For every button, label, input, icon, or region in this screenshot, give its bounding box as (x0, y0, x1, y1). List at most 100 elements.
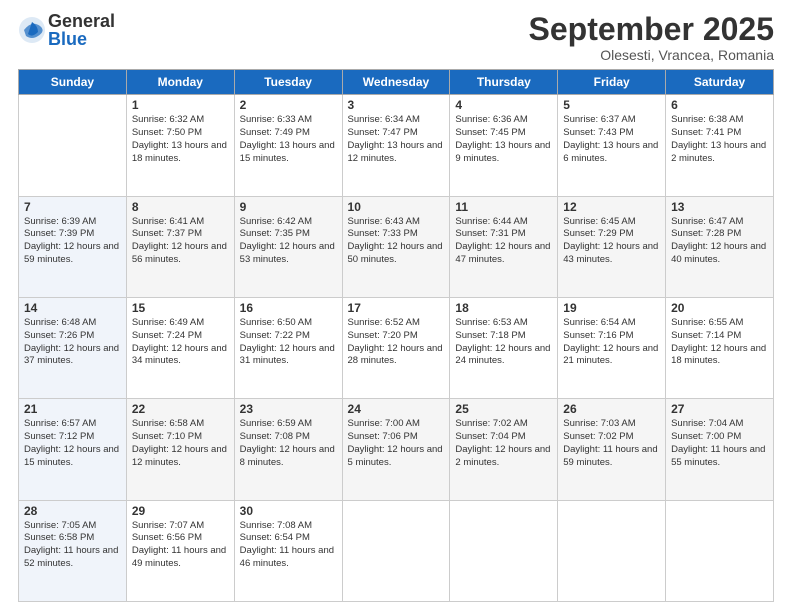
day-number: 1 (132, 98, 229, 112)
day-number: 24 (348, 402, 445, 416)
day-cell: 19 Sunrise: 6:54 AMSunset: 7:16 PMDayligh… (558, 297, 666, 398)
day-number: 22 (132, 402, 229, 416)
day-number: 19 (563, 301, 660, 315)
day-info: Sunrise: 6:57 AMSunset: 7:12 PMDaylight:… (24, 418, 121, 469)
day-info: Sunrise: 6:36 AMSunset: 7:45 PMDaylight:… (455, 114, 552, 165)
day-cell (558, 500, 666, 601)
day-cell: 22 Sunrise: 6:58 AMSunset: 7:10 PMDayligh… (126, 399, 234, 500)
day-cell: 20 Sunrise: 6:55 AMSunset: 7:14 PMDayligh… (666, 297, 774, 398)
day-number: 6 (671, 98, 768, 112)
day-number: 11 (455, 200, 552, 214)
day-info: Sunrise: 6:44 AMSunset: 7:31 PMDaylight:… (455, 216, 552, 267)
day-info: Sunrise: 6:33 AMSunset: 7:49 PMDaylight:… (240, 114, 337, 165)
weekday-header-friday: Friday (558, 70, 666, 95)
day-cell: 30 Sunrise: 7:08 AMSunset: 6:54 PMDayligh… (234, 500, 342, 601)
day-info: Sunrise: 6:48 AMSunset: 7:26 PMDaylight:… (24, 317, 121, 368)
day-info: Sunrise: 6:59 AMSunset: 7:08 PMDaylight:… (240, 418, 337, 469)
day-cell: 6 Sunrise: 6:38 AMSunset: 7:41 PMDaylight… (666, 95, 774, 196)
day-number: 26 (563, 402, 660, 416)
week-row-1: 1 Sunrise: 6:32 AMSunset: 7:50 PMDaylight… (19, 95, 774, 196)
day-cell: 7 Sunrise: 6:39 AMSunset: 7:39 PMDaylight… (19, 196, 127, 297)
day-cell: 23 Sunrise: 6:59 AMSunset: 7:08 PMDayligh… (234, 399, 342, 500)
day-cell: 13 Sunrise: 6:47 AMSunset: 7:28 PMDayligh… (666, 196, 774, 297)
week-row-2: 7 Sunrise: 6:39 AMSunset: 7:39 PMDaylight… (19, 196, 774, 297)
day-cell: 28Sunrise: 7:05 AMSunset: 6:58 PMDayligh… (19, 500, 127, 601)
title-area: September 2025 Olesesti, Vrancea, Romani… (529, 12, 774, 63)
day-cell: 14 Sunrise: 6:48 AMSunset: 7:26 PMDayligh… (19, 297, 127, 398)
day-number: 23 (240, 402, 337, 416)
day-number: 2 (240, 98, 337, 112)
day-number: 27 (671, 402, 768, 416)
day-number: 25 (455, 402, 552, 416)
day-number: 14 (24, 301, 121, 315)
week-row-5: 28Sunrise: 7:05 AMSunset: 6:58 PMDayligh… (19, 500, 774, 601)
day-cell (19, 95, 127, 196)
day-number: 16 (240, 301, 337, 315)
day-cell: 16 Sunrise: 6:50 AMSunset: 7:22 PMDayligh… (234, 297, 342, 398)
day-number: 7 (24, 200, 121, 214)
day-info: Sunrise: 7:02 AMSunset: 7:04 PMDaylight:… (455, 418, 552, 469)
day-cell: 21 Sunrise: 6:57 AMSunset: 7:12 PMDayligh… (19, 399, 127, 500)
day-number: 20 (671, 301, 768, 315)
weekday-header-tuesday: Tuesday (234, 70, 342, 95)
day-number: 8 (132, 200, 229, 214)
day-number: 5 (563, 98, 660, 112)
day-number: 29 (132, 504, 229, 518)
day-info: Sunrise: 6:58 AMSunset: 7:10 PMDaylight:… (132, 418, 229, 469)
day-info: Sunrise: 6:43 AMSunset: 7:33 PMDaylight:… (348, 216, 445, 267)
day-info: Sunrise: 6:32 AMSunset: 7:50 PMDaylight:… (132, 114, 229, 165)
day-number: 18 (455, 301, 552, 315)
day-info: Sunrise: 6:38 AMSunset: 7:41 PMDaylight:… (671, 114, 768, 165)
logo-icon (18, 16, 46, 44)
day-cell (342, 500, 450, 601)
day-info: Sunrise: 7:04 AMSunset: 7:00 PMDaylight:… (671, 418, 768, 469)
weekday-header-sunday: Sunday (19, 70, 127, 95)
day-number: 21 (24, 402, 121, 416)
day-cell: 8Sunrise: 6:41 AMSunset: 7:37 PMDaylight… (126, 196, 234, 297)
logo-blue: Blue (48, 30, 115, 48)
day-info: Sunrise: 6:49 AMSunset: 7:24 PMDaylight:… (132, 317, 229, 368)
day-cell (450, 500, 558, 601)
day-info: Sunrise: 6:55 AMSunset: 7:14 PMDaylight:… (671, 317, 768, 368)
day-info: Sunrise: 7:00 AMSunset: 7:06 PMDaylight:… (348, 418, 445, 469)
day-info: Sunrise: 6:34 AMSunset: 7:47 PMDaylight:… (348, 114, 445, 165)
logo: General Blue (18, 12, 115, 48)
day-info: Sunrise: 6:52 AMSunset: 7:20 PMDaylight:… (348, 317, 445, 368)
calendar-table: SundayMondayTuesdayWednesdayThursdayFrid… (18, 69, 774, 602)
day-cell: 17 Sunrise: 6:52 AMSunset: 7:20 PMDayligh… (342, 297, 450, 398)
day-info: Sunrise: 6:42 AMSunset: 7:35 PMDaylight:… (240, 216, 337, 267)
day-info: Sunrise: 6:54 AMSunset: 7:16 PMDaylight:… (563, 317, 660, 368)
header: General Blue September 2025 Olesesti, Vr… (18, 12, 774, 63)
day-cell (666, 500, 774, 601)
logo-text: General Blue (48, 12, 115, 48)
day-info: Sunrise: 6:37 AMSunset: 7:43 PMDaylight:… (563, 114, 660, 165)
day-info: Sunrise: 7:05 AMSunset: 6:58 PMDaylight:… (24, 520, 121, 571)
day-cell: 2 Sunrise: 6:33 AMSunset: 7:49 PMDaylight… (234, 95, 342, 196)
day-number: 15 (132, 301, 229, 315)
day-info: Sunrise: 6:45 AMSunset: 7:29 PMDaylight:… (563, 216, 660, 267)
day-number: 30 (240, 504, 337, 518)
day-cell: 18Sunrise: 6:53 AMSunset: 7:18 PMDayligh… (450, 297, 558, 398)
day-cell: 24 Sunrise: 7:00 AMSunset: 7:06 PMDayligh… (342, 399, 450, 500)
weekday-header-saturday: Saturday (666, 70, 774, 95)
weekday-header-row: SundayMondayTuesdayWednesdayThursdayFrid… (19, 70, 774, 95)
day-cell: 4 Sunrise: 6:36 AMSunset: 7:45 PMDaylight… (450, 95, 558, 196)
location-title: Olesesti, Vrancea, Romania (529, 47, 774, 63)
day-cell: 15 Sunrise: 6:49 AMSunset: 7:24 PMDayligh… (126, 297, 234, 398)
day-info: Sunrise: 7:08 AMSunset: 6:54 PMDaylight:… (240, 520, 337, 571)
day-number: 13 (671, 200, 768, 214)
month-title: September 2025 (529, 12, 774, 47)
day-number: 4 (455, 98, 552, 112)
day-info: Sunrise: 7:07 AMSunset: 6:56 PMDaylight:… (132, 520, 229, 571)
day-number: 12 (563, 200, 660, 214)
day-number: 17 (348, 301, 445, 315)
day-info: Sunrise: 6:50 AMSunset: 7:22 PMDaylight:… (240, 317, 337, 368)
day-cell: 29 Sunrise: 7:07 AMSunset: 6:56 PMDayligh… (126, 500, 234, 601)
weekday-header-wednesday: Wednesday (342, 70, 450, 95)
day-info: Sunrise: 6:39 AMSunset: 7:39 PMDaylight:… (24, 216, 121, 267)
day-info: Sunrise: 6:47 AMSunset: 7:28 PMDaylight:… (671, 216, 768, 267)
day-info: Sunrise: 7:03 AMSunset: 7:02 PMDaylight:… (563, 418, 660, 469)
day-cell: 12 Sunrise: 6:45 AMSunset: 7:29 PMDayligh… (558, 196, 666, 297)
day-cell: 10Sunrise: 6:43 AMSunset: 7:33 PMDayligh… (342, 196, 450, 297)
day-cell: 26 Sunrise: 7:03 AMSunset: 7:02 PMDayligh… (558, 399, 666, 500)
